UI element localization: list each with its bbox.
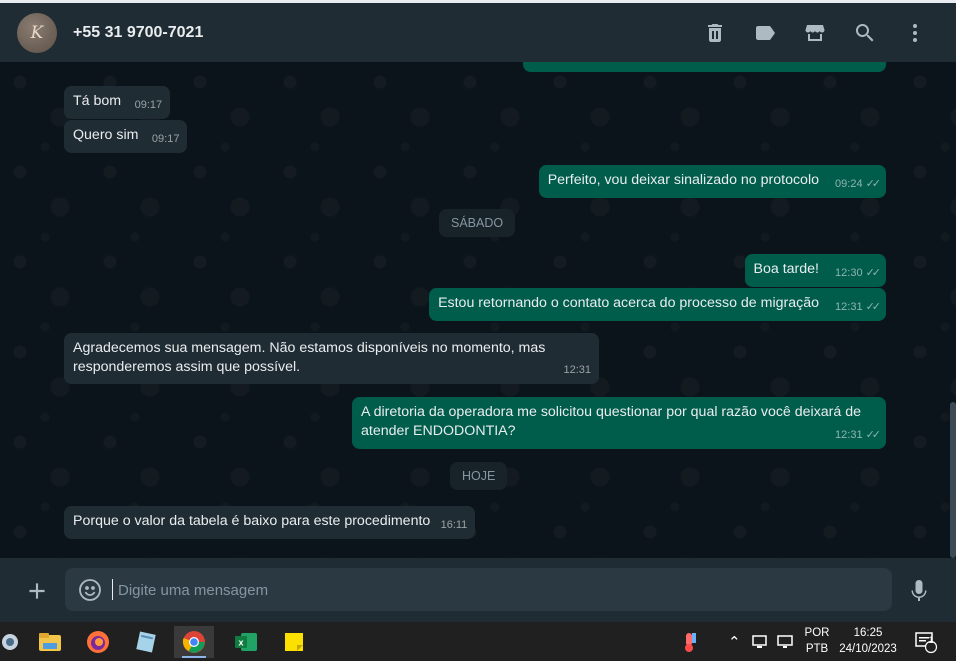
message-incoming[interactable]: Porque o valor da tabela é baixo para es… (64, 506, 476, 539)
message-meta: 09:24 ✓✓ (835, 175, 882, 194)
tray-display[interactable] (776, 622, 794, 661)
taskbar-sticky-notes[interactable] (274, 626, 314, 658)
search-button[interactable] (840, 13, 890, 53)
message-text: Agradecemos sua mensagem. Não estamos di… (73, 340, 546, 375)
double-check-icon: ✓✓ (865, 429, 882, 441)
emoji-button[interactable] (78, 578, 102, 602)
taskbar-chrome[interactable] (174, 626, 214, 658)
plus-icon (29, 583, 45, 599)
message-text: Tá bom (73, 93, 122, 109)
header-actions (690, 3, 940, 62)
message-text: Perfeito, vou deixar sinalizado no proto… (547, 172, 819, 188)
message-outgoing[interactable]: Boa tarde! 12:30 ✓✓ (744, 254, 886, 287)
taskbar-notepad[interactable] (126, 626, 166, 658)
message-time: 12:31 (563, 364, 591, 376)
svg-text:x: x (238, 638, 243, 648)
emoji-icon (79, 579, 101, 601)
menu-button[interactable] (890, 13, 940, 53)
taskbar-firefox[interactable] (78, 626, 118, 658)
date-separator: SÁBADO (439, 209, 516, 237)
message-meta: 09:17 (135, 96, 163, 115)
message-text: A diretoria da operadora me solicitou qu… (361, 404, 862, 439)
delete-icon (708, 23, 722, 42)
taskbar-excel[interactable]: x (226, 626, 266, 658)
message-time: 12:31 (835, 429, 863, 441)
double-check-icon: ✓✓ (865, 178, 882, 190)
thermometer-icon (685, 632, 696, 652)
text-caret (112, 579, 113, 600)
store-icon (805, 24, 825, 41)
sticky-notes-icon (285, 633, 303, 651)
clock-time: 16:25 (853, 627, 883, 639)
taskbar-app[interactable] (0, 626, 30, 658)
message-time: 12:31 (835, 301, 863, 313)
message-outgoing[interactable]: A diretoria da operadora me solicitou qu… (352, 397, 886, 449)
label-icon (756, 25, 775, 40)
double-check-icon: ✓✓ (865, 301, 882, 313)
tray-chevron-up-icon[interactable]: ⌃ (728, 622, 741, 661)
message-outgoing[interactable]: Estou retornando o contato acerca do pro… (429, 288, 886, 321)
firefox-icon (87, 631, 109, 653)
notepad-icon (136, 631, 156, 653)
message-text: Quero sim (73, 127, 139, 143)
tray-network[interactable] (752, 622, 770, 661)
message-time: 12:30 (835, 267, 863, 279)
message-time: 09:24 (835, 178, 863, 190)
windows-taskbar: x ⌃ POR PTB 16:25 24/10/2023 1 (0, 622, 956, 661)
message-text: Porque o valor da tabela é baixo para es… (73, 513, 431, 529)
tray-temperature[interactable] (680, 622, 698, 661)
message-meta: 12:31 ✓✓ (835, 298, 882, 317)
taskbar-file-explorer[interactable] (30, 626, 70, 658)
message-incoming[interactable]: Tá bom 09:17 (64, 86, 171, 119)
delete-chat-button[interactable] (690, 13, 740, 53)
message-time: 09:17 (151, 133, 180, 145)
message-outgoing[interactable]: Perfeito, vou deixar sinalizado no proto… (538, 165, 886, 198)
message-incoming[interactable]: Agradecemos sua mensagem. Não estamos di… (64, 333, 599, 384)
voice-message-button[interactable] (907, 578, 931, 604)
clock[interactable]: 16:25 24/10/2023 (836, 625, 900, 657)
message-meta: 16:11 (441, 516, 468, 535)
excel-icon: x (235, 633, 257, 651)
double-check-icon: ✓✓ (865, 267, 882, 279)
message-text: Boa tarde! (753, 261, 819, 277)
message-time: 16:11 (440, 519, 468, 531)
language-code: POR (804, 627, 830, 639)
label-button[interactable] (740, 13, 790, 53)
date-separator: HOJE (450, 462, 508, 490)
message-incoming[interactable]: Quero sim 09:17 (64, 120, 188, 153)
menu-icon (913, 23, 917, 42)
message-meta: 12:31 (563, 361, 591, 380)
message-text: Estou retornando o contato acerca do pro… (438, 295, 819, 311)
active-indicator (182, 656, 206, 658)
search-icon (856, 23, 874, 41)
message-input-box[interactable] (65, 568, 892, 613)
app-icon (2, 634, 18, 650)
clock-date: 24/10/2023 (839, 643, 897, 655)
message-partial (523, 62, 886, 72)
keyboard-layout: PTB (805, 643, 829, 655)
catalog-button[interactable] (790, 13, 840, 53)
message-meta: 12:31 ✓✓ (835, 426, 882, 445)
file-explorer-icon (39, 633, 61, 651)
monitor-icon (777, 634, 793, 648)
chat-scrollbar[interactable] (950, 402, 956, 558)
message-time: 09:17 (134, 99, 163, 111)
network-icon (752, 634, 767, 648)
notification-center[interactable]: 1 (914, 622, 938, 661)
message-meta: 12:30 ✓✓ (835, 264, 882, 283)
composer-bar (0, 558, 956, 622)
attach-button[interactable] (24, 578, 50, 604)
avatar-initials: K (30, 22, 44, 43)
chat-header[interactable]: K +55 31 9700-7021 (0, 3, 956, 62)
microphone-icon (911, 580, 927, 601)
message-meta: 09:17 (152, 130, 180, 149)
contact-name[interactable]: +55 31 9700-7021 (73, 24, 203, 42)
contact-avatar[interactable]: K (17, 12, 57, 53)
notification-count: 1 (928, 635, 934, 645)
chrome-icon (182, 631, 205, 653)
message-input[interactable] (116, 568, 880, 613)
keyboard-language[interactable]: POR PTB (800, 625, 834, 657)
message-list[interactable]: Tá bom 09:17 Quero sim 09:17 Perfeito, v… (0, 62, 956, 558)
